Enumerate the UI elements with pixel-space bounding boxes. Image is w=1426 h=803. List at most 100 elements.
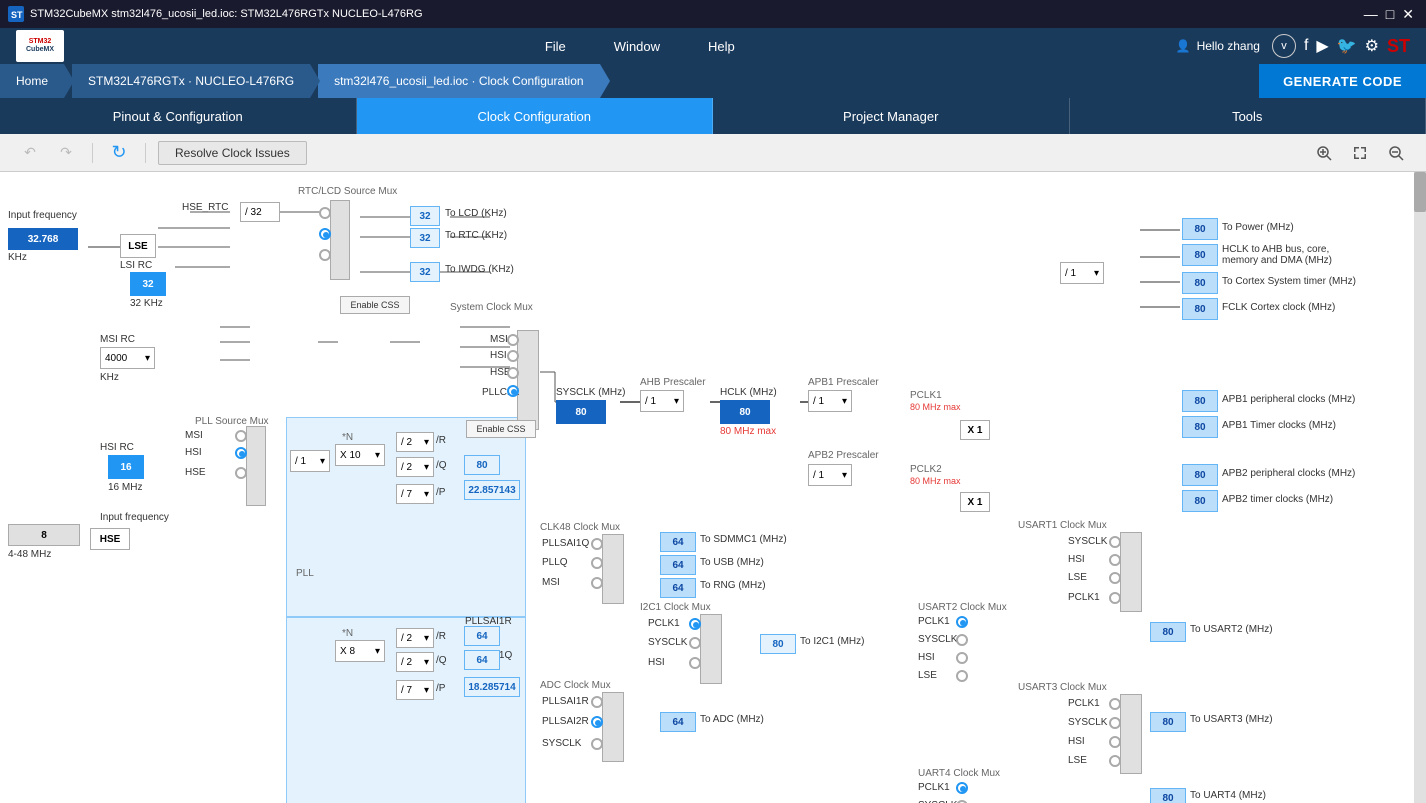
app-icon: ST bbox=[8, 6, 24, 22]
hse-div32[interactable]: / 32 bbox=[240, 202, 280, 222]
tab-project[interactable]: Project Manager bbox=[713, 98, 1070, 134]
tab-tools[interactable]: Tools bbox=[1070, 98, 1426, 134]
rtc-mux-radio-hse[interactable] bbox=[319, 207, 331, 219]
user-name: Hello zhang bbox=[1197, 39, 1260, 53]
user-info: 👤 Hello zhang bbox=[1176, 39, 1260, 53]
st-icon[interactable]: ST bbox=[1387, 36, 1410, 57]
menu-help[interactable]: Help bbox=[700, 35, 743, 58]
pll-r-div-select[interactable]: / 2 ▾ bbox=[396, 432, 434, 452]
pllsai1-p-label: /P bbox=[436, 683, 445, 694]
pllsai1-r-select[interactable]: / 2 ▾ bbox=[396, 628, 434, 648]
pll-q-div-select[interactable]: / 2 ▾ bbox=[396, 457, 434, 477]
usart2-radio-sysclk[interactable] bbox=[956, 634, 968, 646]
ahb-div-select[interactable]: / 1 ▾ bbox=[640, 390, 684, 412]
close-button[interactable]: ✕ bbox=[1398, 6, 1418, 23]
hsi-u2: HSI bbox=[918, 652, 935, 663]
menu-file[interactable]: File bbox=[537, 35, 574, 58]
generate-code-button[interactable]: GENERATE CODE bbox=[1259, 64, 1426, 98]
pll-src-msi-radio[interactable] bbox=[235, 430, 247, 442]
sysclk-u3: SYSCLK bbox=[1068, 717, 1107, 728]
zoom-in-button[interactable] bbox=[1310, 139, 1338, 167]
menu-window[interactable]: Window bbox=[606, 35, 668, 58]
pll-p-div-select[interactable]: / 7 ▾ bbox=[396, 484, 434, 504]
breadcrumb-home[interactable]: Home bbox=[0, 64, 64, 98]
lse-box: LSE bbox=[120, 234, 156, 258]
sysclk-mux-hse[interactable] bbox=[507, 367, 519, 379]
youtube-icon[interactable]: ▶ bbox=[1316, 36, 1328, 56]
usart1-radio-hsi[interactable] bbox=[1109, 554, 1121, 566]
usart3-radio-lse[interactable] bbox=[1109, 755, 1121, 767]
usart3-radio-sysclk[interactable] bbox=[1109, 717, 1121, 729]
usart1-radio-pclk1[interactable] bbox=[1109, 592, 1121, 604]
tab-pinout[interactable]: Pinout & Configuration bbox=[0, 98, 357, 134]
clk48-radio-pllsai1q[interactable] bbox=[591, 538, 603, 550]
enable-css-button-top[interactable]: Enable CSS bbox=[340, 296, 410, 314]
usart3-radio-hsi[interactable] bbox=[1109, 736, 1121, 748]
enable-css-button-bottom[interactable]: Enable CSS bbox=[466, 420, 536, 438]
hclk-val[interactable]: 80 bbox=[720, 400, 770, 424]
breadcrumb-clock[interactable]: stm32l476_ucosii_led.ioc · Clock Configu… bbox=[318, 64, 599, 98]
resolve-clock-button[interactable]: Resolve Clock Issues bbox=[158, 141, 307, 165]
twitter-icon[interactable]: 🐦 bbox=[1337, 36, 1357, 56]
msi-select[interactable]: 4000 ▾ bbox=[100, 347, 155, 369]
to-rtc-label: To RTC (KHz) bbox=[445, 230, 507, 241]
i2c1-radio-hsi[interactable] bbox=[689, 657, 701, 669]
pllq-clk48: PLLQ bbox=[542, 557, 568, 568]
sysclk-mux-hsi[interactable] bbox=[507, 350, 519, 362]
undo-button[interactable]: ↶ bbox=[16, 139, 44, 167]
sysclk-mux-pll[interactable] bbox=[507, 385, 519, 397]
lsi-value: 32 bbox=[130, 272, 166, 296]
usart1-radio-sysclk[interactable] bbox=[1109, 536, 1121, 548]
usart2-radio-lse[interactable] bbox=[956, 670, 968, 682]
adc-radio-sysclk[interactable] bbox=[591, 738, 603, 750]
pclk1-u2: PCLK1 bbox=[918, 616, 950, 627]
breadcrumb-board[interactable]: STM32L476RGTx · NUCLEO-L476RG bbox=[72, 64, 310, 98]
zoom-out-button[interactable] bbox=[1382, 139, 1410, 167]
usart3-radio-pclk1[interactable] bbox=[1109, 698, 1121, 710]
input-freq-value[interactable]: 32.768 bbox=[8, 228, 78, 250]
i2c1-mux-label: I2C1 Clock Mux bbox=[640, 602, 711, 613]
usart1-radio-lse[interactable] bbox=[1109, 572, 1121, 584]
adc-radio-pllsai2r[interactable] bbox=[591, 716, 603, 728]
i2c1-radio-sysclk[interactable] bbox=[689, 637, 701, 649]
pll-n-select[interactable]: X 10 ▾ bbox=[335, 444, 385, 466]
pclk1-label: PCLK1 bbox=[910, 390, 942, 401]
scrollbar-thumb[interactable] bbox=[1414, 172, 1426, 212]
apb2-div-select[interactable]: / 1 ▾ bbox=[808, 464, 852, 486]
sysclk-mux-msi[interactable] bbox=[507, 334, 519, 346]
pllsai1-p-select[interactable]: / 7 ▾ bbox=[396, 680, 434, 700]
pclk1-u3: PCLK1 bbox=[1068, 698, 1100, 709]
sysclk-val[interactable]: 80 bbox=[556, 400, 606, 424]
adc-radio-pllsai1r[interactable] bbox=[591, 696, 603, 708]
msi-pll-label: MSI bbox=[185, 430, 203, 441]
minimize-button[interactable]: — bbox=[1360, 6, 1382, 22]
pll-src-hse-radio[interactable] bbox=[235, 467, 247, 479]
uart4-radio-pclk1[interactable] bbox=[956, 782, 968, 794]
pllsai1-n-select[interactable]: X 8 ▾ bbox=[335, 640, 385, 662]
msi-unit: KHz bbox=[100, 372, 119, 383]
usart2-radio-hsi[interactable] bbox=[956, 652, 968, 664]
cortex-div-select[interactable]: / 1 ▾ bbox=[1060, 262, 1104, 284]
hse-box: HSE bbox=[90, 528, 130, 550]
fit-button[interactable] bbox=[1346, 139, 1374, 167]
rtc-mux-radio-lsi[interactable] bbox=[319, 249, 331, 261]
clk48-radio-msi[interactable] bbox=[591, 577, 603, 589]
maximize-button[interactable]: □ bbox=[1382, 6, 1398, 22]
facebook-icon[interactable]: f bbox=[1304, 37, 1308, 55]
apb2-timer-val: 80 bbox=[1182, 490, 1218, 512]
hse-input-val: 8 bbox=[8, 524, 80, 546]
tab-clock[interactable]: Clock Configuration bbox=[357, 98, 714, 134]
clk48-radio-pllq[interactable] bbox=[591, 557, 603, 569]
usart2-radio-pclk1[interactable] bbox=[956, 616, 968, 628]
fit-icon bbox=[1352, 145, 1368, 161]
rtc-mux-radio-lse[interactable] bbox=[319, 228, 331, 240]
pll-src-hsi-radio[interactable] bbox=[235, 447, 247, 459]
pllm-select[interactable]: / 1 ▾ bbox=[290, 450, 330, 472]
refresh-button[interactable]: ↻ bbox=[105, 139, 133, 167]
redo-button[interactable]: ↷ bbox=[52, 139, 80, 167]
apb1-div-select[interactable]: / 1 ▾ bbox=[808, 390, 852, 412]
i2c1-radio-pclk1[interactable] bbox=[689, 618, 701, 630]
usart1-mux-label: USART1 Clock Mux bbox=[1018, 520, 1107, 531]
pllsai1-q-select[interactable]: / 2 ▾ bbox=[396, 652, 434, 672]
github-icon[interactable]: ⚙ bbox=[1365, 36, 1379, 56]
